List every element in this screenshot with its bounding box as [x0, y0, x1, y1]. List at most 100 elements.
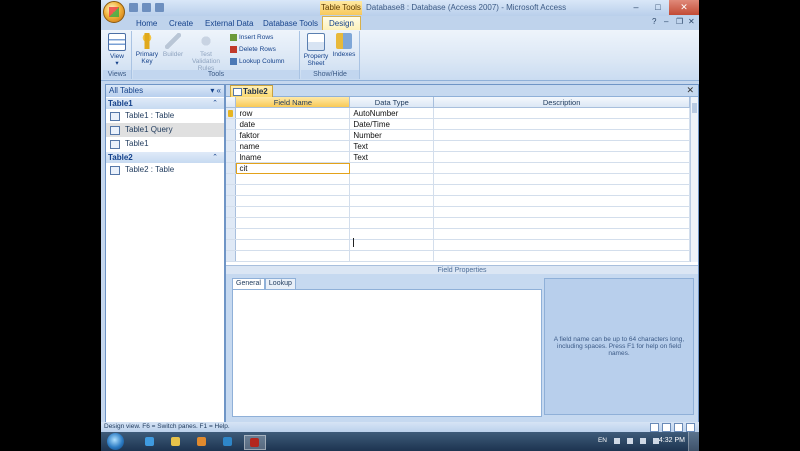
lookup-column-button[interactable]: Lookup Column — [230, 57, 285, 67]
indexes-button[interactable]: Indexes — [331, 33, 357, 58]
field-name-cell[interactable] — [235, 184, 351, 196]
row-selector[interactable] — [226, 107, 237, 119]
field-name-cell[interactable] — [235, 250, 351, 262]
redo-icon[interactable] — [155, 3, 164, 12]
design-view-icon[interactable] — [686, 423, 695, 432]
explorer-icon[interactable] — [166, 435, 186, 448]
field-name-cell-editing[interactable]: cit — [235, 162, 351, 174]
data-type-cell[interactable] — [349, 184, 435, 196]
description-cell[interactable] — [433, 151, 690, 163]
nav-group-table2[interactable]: Table2 ⌃ — [106, 152, 224, 163]
collapse-group-icon[interactable]: ⌃ — [212, 98, 218, 109]
description-cell[interactable] — [433, 195, 690, 207]
column-header-data-type[interactable]: Data Type — [349, 97, 435, 108]
field-name-cell[interactable] — [235, 173, 351, 185]
office-button[interactable] — [103, 1, 125, 23]
field-name-cell[interactable] — [235, 228, 351, 240]
tab-design[interactable]: Design — [322, 16, 361, 31]
row-selector[interactable] — [226, 140, 237, 152]
column-header-description[interactable]: Description — [433, 97, 690, 108]
description-cell[interactable] — [433, 173, 690, 185]
row-selector[interactable] — [226, 162, 237, 174]
pivot-chart-view-icon[interactable] — [674, 423, 683, 432]
data-type-cell[interactable] — [349, 173, 435, 185]
data-type-cell[interactable]: Text — [349, 140, 435, 152]
field-name-cell[interactable]: row — [235, 107, 351, 119]
network-icon[interactable] — [627, 437, 633, 444]
show-desktop-button[interactable] — [688, 432, 699, 451]
description-cell[interactable] — [433, 217, 690, 229]
data-type-cell[interactable]: Date/Time — [349, 118, 435, 130]
nav-item-table2-table[interactable]: Table2 : Table — [106, 163, 224, 177]
data-type-cell[interactable] — [349, 250, 435, 262]
data-type-cell[interactable] — [349, 162, 435, 174]
volume-icon[interactable] — [640, 437, 646, 444]
field-name-cell[interactable] — [235, 195, 351, 207]
row-selector[interactable] — [226, 173, 237, 185]
doc-close-button[interactable]: ✕ — [688, 18, 695, 26]
undo-icon[interactable] — [142, 3, 151, 12]
field-name-cell[interactable] — [235, 239, 351, 251]
description-cell[interactable] — [433, 250, 690, 262]
field-name-cell[interactable]: date — [235, 118, 351, 130]
field-name-cell[interactable] — [235, 217, 351, 229]
tab-general[interactable]: General — [232, 278, 265, 289]
description-cell[interactable] — [433, 107, 690, 119]
nav-item-table1-query[interactable]: Table1 Query — [106, 123, 224, 137]
data-type-cell[interactable]: AutoNumber — [349, 107, 435, 119]
row-selector[interactable] — [226, 195, 237, 207]
data-type-cell[interactable] — [349, 239, 435, 251]
tab-database-tools[interactable]: Database Tools — [263, 17, 318, 30]
start-button[interactable] — [107, 433, 124, 450]
field-name-cell[interactable]: lname — [235, 151, 351, 163]
field-name-cell[interactable] — [235, 206, 351, 218]
description-cell[interactable] — [433, 162, 690, 174]
description-cell[interactable] — [433, 239, 690, 251]
document-tab-table2[interactable]: Table2 — [230, 85, 273, 97]
test-validation-rules-button[interactable]: Test Validation Rules — [186, 33, 226, 72]
view-button[interactable]: View ▾ — [105, 33, 129, 67]
description-cell[interactable] — [433, 118, 690, 130]
data-type-cell[interactable]: Number — [349, 129, 435, 141]
description-cell[interactable] — [433, 228, 690, 240]
access-taskbar-icon[interactable] — [244, 435, 266, 450]
close-document-icon[interactable]: ✕ — [686, 85, 694, 96]
field-name-cell[interactable]: name — [235, 140, 351, 152]
row-selector[interactable] — [226, 184, 237, 196]
media-player-icon[interactable] — [192, 435, 212, 448]
datasheet-view-icon[interactable] — [650, 423, 659, 432]
doc-restore-button[interactable]: ❐ — [676, 18, 683, 26]
data-type-cell[interactable] — [349, 195, 435, 207]
description-cell[interactable] — [433, 184, 690, 196]
row-selector[interactable] — [226, 118, 237, 130]
insert-rows-button[interactable]: Insert Rows — [230, 33, 273, 43]
tray-icon[interactable] — [614, 437, 620, 444]
nav-item-table1-table[interactable]: Table1 : Table — [106, 109, 224, 123]
delete-rows-button[interactable]: Delete Rows — [230, 45, 276, 55]
ie-icon[interactable] — [140, 435, 160, 448]
row-selector[interactable] — [226, 250, 237, 262]
nav-group-table1[interactable]: Table1 ⌃ — [106, 98, 224, 109]
vertical-scrollbar[interactable] — [690, 97, 698, 262]
save-icon[interactable] — [129, 3, 138, 12]
property-sheet-button[interactable]: Property Sheet — [302, 33, 330, 67]
data-type-cell[interactable]: Text — [349, 151, 435, 163]
row-selector[interactable] — [226, 217, 237, 229]
description-cell[interactable] — [433, 140, 690, 152]
close-button[interactable]: ✕ — [669, 0, 699, 15]
description-cell[interactable] — [433, 129, 690, 141]
description-cell[interactable] — [433, 206, 690, 218]
primary-key-button[interactable]: Primary Key — [134, 33, 160, 65]
field-name-cell[interactable]: faktor — [235, 129, 351, 141]
data-type-cell[interactable] — [349, 217, 435, 229]
nav-item-table1-form[interactable]: Table1 — [106, 137, 224, 151]
minimize-button[interactable]: – — [625, 0, 647, 15]
builder-button[interactable]: Builder — [161, 33, 185, 58]
doc-minimize-button[interactable]: – — [664, 18, 671, 26]
scrollbar-thumb[interactable] — [692, 103, 697, 113]
data-type-cell[interactable] — [349, 206, 435, 218]
field-properties-box[interactable] — [232, 289, 542, 417]
nav-pane-header[interactable]: All Tables ▾ « — [106, 85, 224, 97]
maximize-button[interactable]: □ — [647, 0, 669, 15]
tab-lookup[interactable]: Lookup — [264, 278, 296, 289]
